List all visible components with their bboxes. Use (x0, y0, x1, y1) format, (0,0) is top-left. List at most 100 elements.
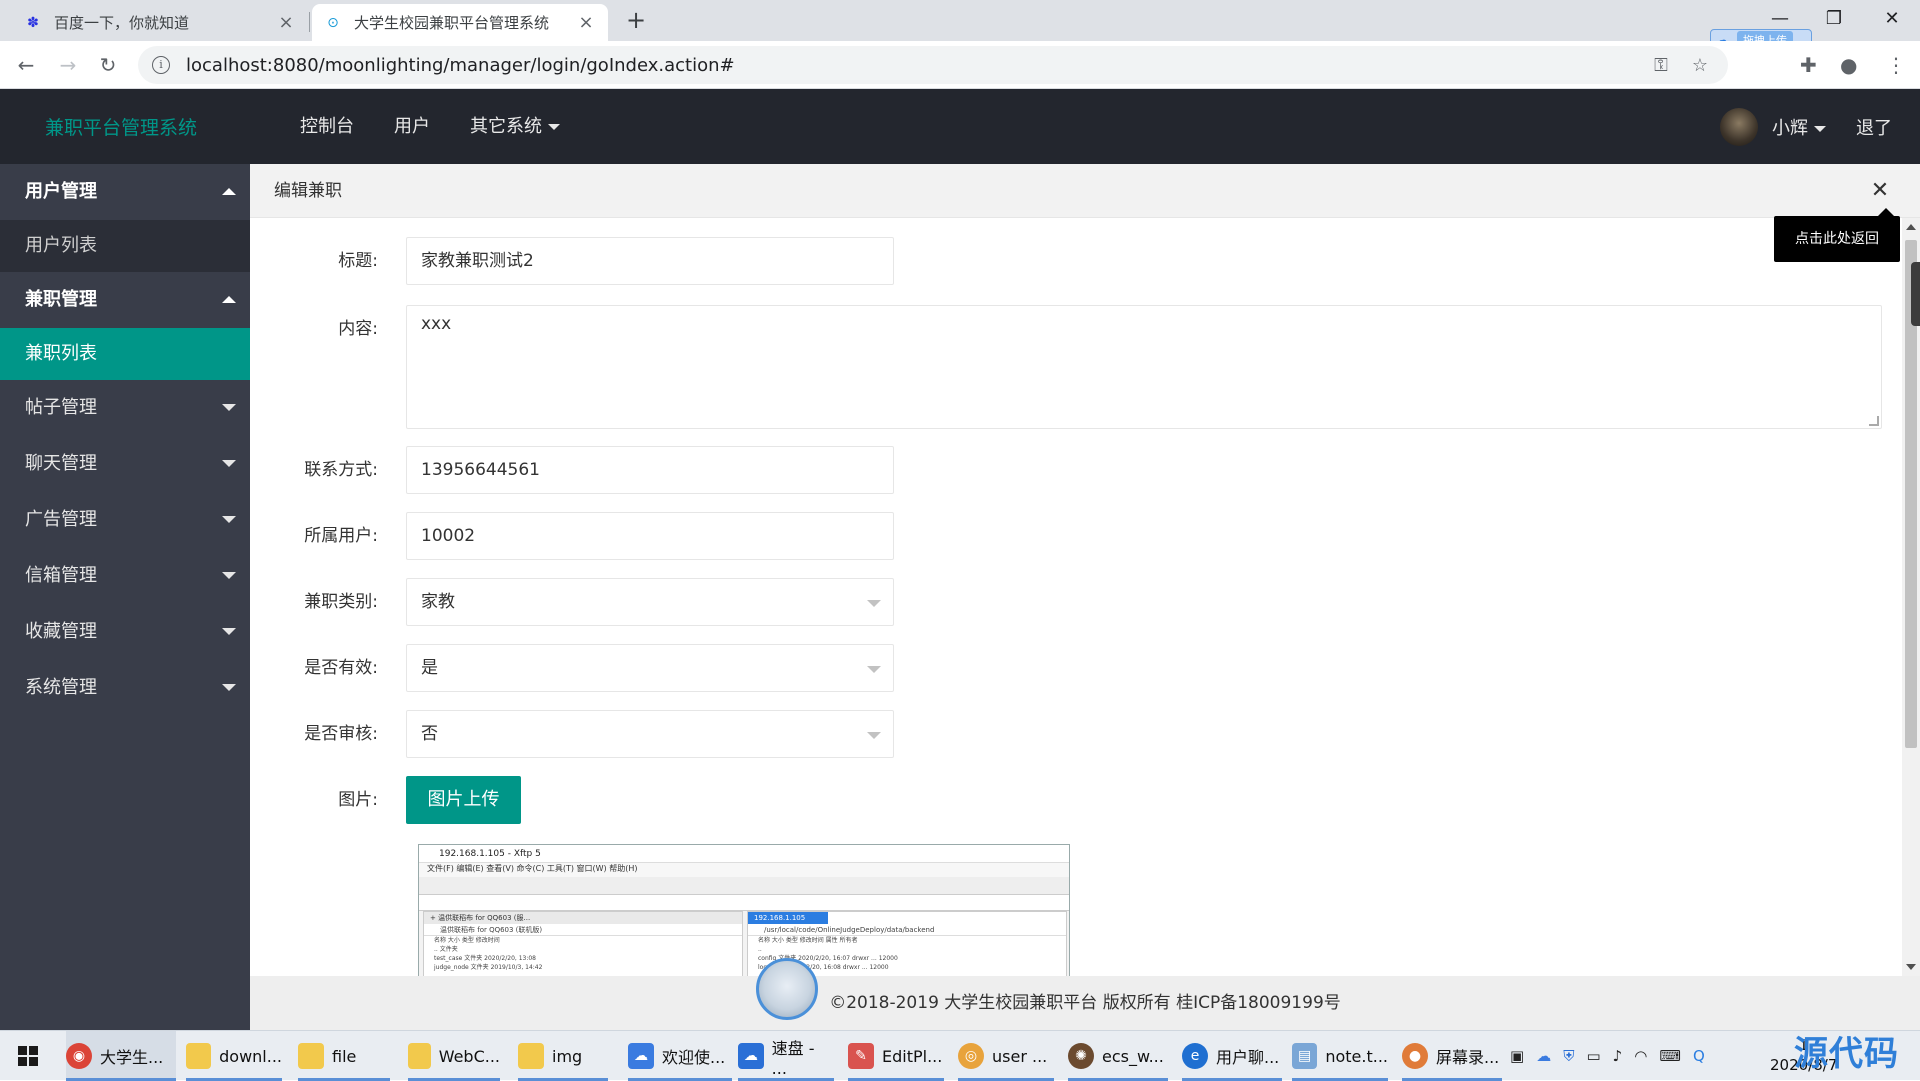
recorder-icon: ● (1402, 1043, 1428, 1069)
sidebar-group-user[interactable]: 用户管理 (0, 164, 250, 220)
sidebar-group-chat[interactable]: 聊天管理 (0, 436, 250, 492)
sidebar-group-post[interactable]: 帖子管理 (0, 380, 250, 436)
contact-input[interactable]: 13956644561 (406, 446, 894, 494)
assistant-bot-icon[interactable] (756, 958, 818, 1020)
key-icon[interactable]: ⚿ (1654, 55, 1668, 76)
editplus-icon: ✎ (848, 1043, 874, 1069)
caret-down-icon (867, 600, 881, 607)
title-input[interactable]: 家教兼职测试2 (406, 237, 894, 285)
taskbar-item-ecs[interactable]: ✺ ecs_w... (1068, 1031, 1168, 1081)
nav-user[interactable]: 用户 (374, 89, 450, 164)
address-bar[interactable]: i localhost:8080/moonlighting/manager/lo… (138, 46, 1728, 84)
logout-link[interactable]: 退了 (1856, 114, 1892, 140)
title-label: 标题: (338, 251, 378, 271)
sidebar: 用户管理 用户列表 兼职管理 兼职列表 帖子管理 聊天管理 广告管理 信箱管理 … (0, 164, 250, 1030)
profile-icon[interactable]: ● (1840, 51, 1857, 79)
taskbar-label: 用户聊... (1216, 1048, 1280, 1067)
brand-title[interactable]: 兼职平台管理系统 (45, 113, 197, 140)
sidebar-group-favorites[interactable]: 收藏管理 (0, 604, 250, 660)
new-tab-button[interactable]: + (622, 6, 650, 34)
content-scrollbar[interactable] (1902, 218, 1920, 976)
avatar[interactable] (1720, 107, 1758, 146)
qq-icon[interactable]: Q (1693, 1047, 1705, 1065)
uploaded-image-preview: 192.168.1.105 - Xftp 5 文件(F) 编辑(E) 查看(V)… (418, 844, 1070, 976)
taskbar-item-edge[interactable]: e 用户聊... (1182, 1031, 1282, 1081)
back-arrow-icon[interactable]: ← (12, 51, 40, 79)
battery-icon[interactable]: ▭ (1586, 1047, 1600, 1065)
taskbar-item-user[interactable]: ◎ user ... (958, 1031, 1054, 1081)
close-tab-icon[interactable]: × (576, 12, 596, 33)
category-select[interactable]: 家教 (406, 578, 894, 626)
taskbar-item-file[interactable]: file (298, 1031, 390, 1081)
volume-icon[interactable]: ♪ (1613, 1047, 1623, 1065)
forward-arrow-icon[interactable]: → (54, 51, 82, 79)
sidebar-group-mailbox[interactable]: 信箱管理 (0, 548, 250, 604)
sidebar-group-label: 收藏管理 (25, 621, 97, 642)
content-area: 编辑兼职 ✕ 点击此处返回 标题: 家教兼职测试2 内容: xxx 联系方式: … (250, 164, 1920, 976)
app-icon: ✺ (1068, 1043, 1094, 1069)
restore-button[interactable]: ❐ (1806, 0, 1862, 41)
nav-other-systems[interactable]: 其它系统 (450, 89, 580, 164)
baidu-netdisk-icon[interactable]: ☁ (1536, 1047, 1551, 1065)
caret-down-icon (222, 460, 236, 467)
folder-icon (518, 1043, 544, 1069)
nav-label: 用户 (394, 116, 430, 137)
taskbar-item-notepad[interactable]: ▤ note.t... (1292, 1031, 1388, 1081)
side-panel-handle[interactable] (1911, 262, 1920, 326)
caret-down-icon (1814, 125, 1826, 132)
menu-dots-icon[interactable]: ⋮ (1886, 51, 1906, 79)
wifi-icon[interactable]: ◠ (1634, 1047, 1647, 1065)
caret-down-icon (548, 124, 560, 130)
user-menu[interactable]: 小辉 (1772, 114, 1826, 140)
sidebar-item-job-list[interactable]: 兼职列表 (0, 328, 250, 380)
caret-down-icon (222, 404, 236, 411)
taskbar-item-editplus[interactable]: ✎ EditPl... (848, 1031, 944, 1081)
caret-down-icon (222, 628, 236, 635)
close-window-button[interactable]: ✕ (1864, 0, 1920, 41)
resize-grip-icon[interactable] (1869, 416, 1879, 426)
close-tab-icon[interactable]: × (276, 12, 296, 33)
taskbar-item-netdisk[interactable]: ☁ 欢迎使... (628, 1031, 732, 1081)
content-text: xxx (421, 314, 452, 334)
extensions-icon[interactable]: ✚ (1800, 51, 1817, 79)
taskbar-item-img[interactable]: img (518, 1031, 608, 1081)
caret-up-icon (222, 296, 236, 303)
shield-icon[interactable]: ⛨ (1563, 1047, 1574, 1065)
browser-toolbar: ← → ↻ i localhost:8080/moonlighting/mana… (0, 41, 1920, 89)
tab-label: 百度一下，你就知道 (54, 14, 190, 32)
reload-icon[interactable]: ↻ (94, 51, 122, 79)
taskbar-item-recorder[interactable]: ● 屏幕录... (1402, 1031, 1502, 1081)
taskbar-item-supan[interactable]: ☁ 速盘 - ... (738, 1031, 834, 1081)
scroll-up-icon[interactable] (1906, 224, 1916, 230)
taskbar-item-downloads[interactable]: downl... (186, 1031, 282, 1081)
preview-file-row: judge_node 文件夹 2019/10/3, 14:42 (434, 964, 543, 971)
windows-start-icon[interactable] (18, 1046, 38, 1066)
taskbar-item-webc[interactable]: WebC... (408, 1031, 500, 1081)
caret-down-icon (222, 572, 236, 579)
taskbar-item-chrome[interactable]: ◉ 大学生... (66, 1031, 176, 1081)
content-label: 内容: (338, 319, 378, 339)
sidebar-group-ads[interactable]: 广告管理 (0, 492, 250, 548)
scroll-down-icon[interactable] (1906, 964, 1916, 970)
star-icon[interactable]: ☆ (1692, 55, 1708, 76)
owner-input[interactable]: 10002 (406, 512, 894, 560)
preview-file-row: .. (758, 946, 762, 953)
browser-tab-admin[interactable]: ⊙ 大学生校园兼职平台管理系统 × (312, 4, 608, 41)
caret-up-icon (222, 188, 236, 195)
image-upload-button[interactable]: 图片上传 (406, 776, 521, 824)
nav-console[interactable]: 控制台 (280, 89, 374, 164)
browser-icon: ◎ (958, 1043, 984, 1069)
content-textarea[interactable]: xxx (406, 305, 1882, 429)
sidebar-item-user-list[interactable]: 用户列表 (0, 220, 250, 272)
audit-select[interactable]: 否 (406, 710, 894, 758)
preview-window-title: 192.168.1.105 - Xftp 5 (419, 845, 1069, 863)
valid-select[interactable]: 是 (406, 644, 894, 692)
sidebar-group-system[interactable]: 系统管理 (0, 660, 250, 716)
browser-tab-baidu[interactable]: ✽ 百度一下，你就知道 × (12, 4, 308, 41)
input-method-icon[interactable]: ⌨ (1659, 1047, 1681, 1065)
camera-icon[interactable]: ▣ (1510, 1047, 1524, 1065)
sidebar-group-job[interactable]: 兼职管理 (0, 272, 250, 328)
globe-search-icon: ⊙ (327, 14, 339, 31)
info-icon[interactable]: i (152, 56, 170, 74)
close-icon[interactable]: ✕ (1868, 178, 1892, 203)
